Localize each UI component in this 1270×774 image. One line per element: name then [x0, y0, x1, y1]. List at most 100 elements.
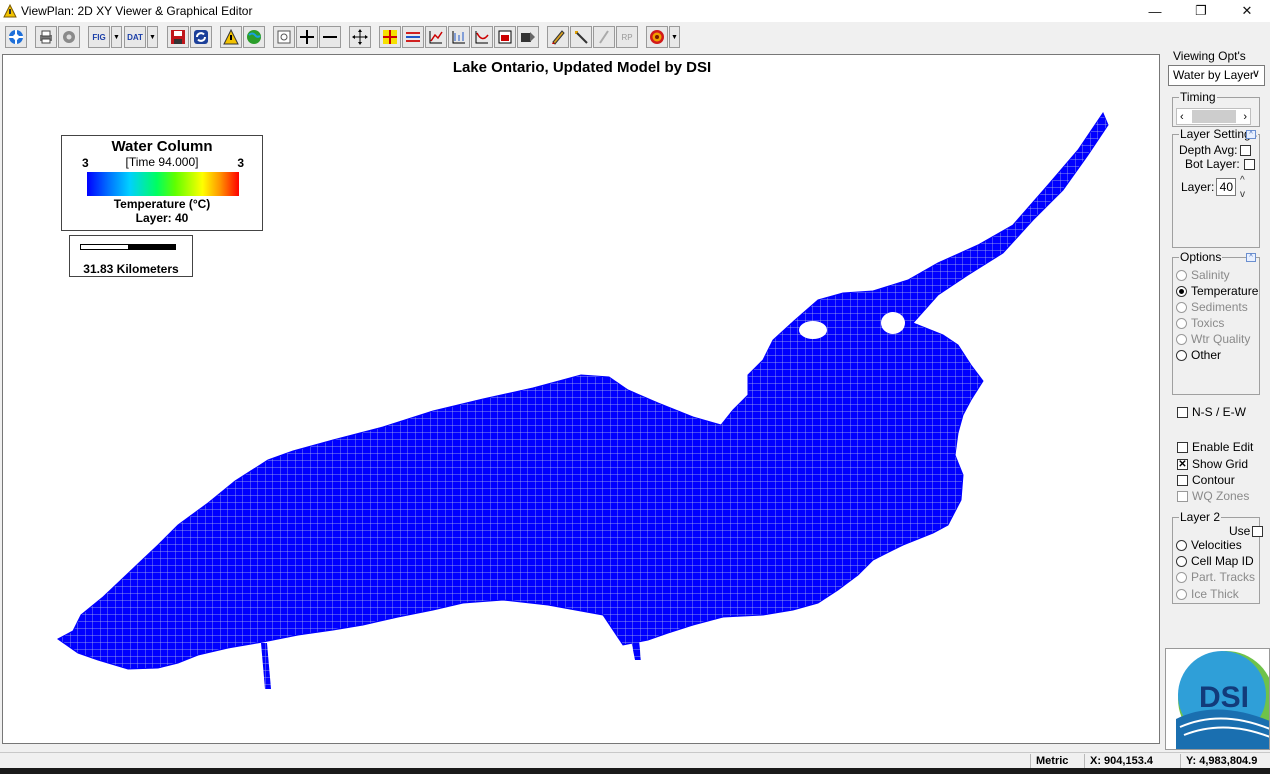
- option-label: Other: [1191, 348, 1222, 362]
- scroll-thumb[interactable]: [1191, 110, 1236, 123]
- contour-row[interactable]: Contour: [1177, 473, 1235, 487]
- island-west: [799, 321, 827, 339]
- wand-button[interactable]: [570, 26, 592, 48]
- option-other[interactable]: Other: [1176, 348, 1221, 362]
- close-button[interactable]: ✕: [1224, 0, 1270, 22]
- profile-icon: [475, 31, 489, 44]
- ns-ew-row[interactable]: N-S / E-W: [1177, 405, 1246, 419]
- layer2-velocities[interactable]: Velocities: [1176, 538, 1242, 552]
- island-east: [881, 312, 905, 334]
- fig-dropdown[interactable]: ▼: [111, 26, 122, 48]
- status-bar: Metric X: 904,153.4 Y: 4,983,804.9: [0, 752, 1270, 768]
- enable-edit-checkbox[interactable]: [1177, 441, 1188, 453]
- zoom-in-button[interactable]: [296, 26, 318, 48]
- scale-bar-box[interactable]: 31.83 Kilometers: [69, 235, 193, 277]
- collapse-icon[interactable]: ^: [1246, 130, 1256, 139]
- plot-title: Lake Ontario, Updated Model by DSI: [452, 59, 712, 76]
- draw-disabled-button[interactable]: [593, 26, 615, 48]
- option-wtr-quality[interactable]: Wtr Quality: [1176, 332, 1250, 346]
- depth-avg-checkbox[interactable]: [1239, 144, 1251, 156]
- bot-layer-row[interactable]: Bot Layer:: [1185, 157, 1255, 171]
- zoom-out-button[interactable]: [319, 26, 341, 48]
- dat-button[interactable]: DAT: [124, 26, 146, 48]
- option-salinity[interactable]: Salinity: [1176, 268, 1230, 282]
- show-grid-row[interactable]: ✕ Show Grid: [1177, 457, 1248, 471]
- map-canvas[interactable]: Lake Ontario, Updated Model by DSI Water…: [2, 54, 1160, 744]
- print-button[interactable]: [35, 26, 57, 48]
- pan-button[interactable]: [349, 26, 371, 48]
- crosshair-button[interactable]: [379, 26, 401, 48]
- fig-button[interactable]: FIG: [88, 26, 110, 48]
- scroll-right-icon[interactable]: ›: [1243, 111, 1247, 123]
- wq-zones-checkbox[interactable]: [1177, 490, 1188, 502]
- scroll-left-icon[interactable]: ‹: [1180, 111, 1184, 123]
- enable-edit-row[interactable]: Enable Edit: [1177, 440, 1253, 454]
- color-legend[interactable]: Water Column [Time 94.000] 3 3 Temperatu…: [61, 135, 263, 231]
- option-sediments[interactable]: Sediments: [1176, 300, 1248, 314]
- globe-button[interactable]: [243, 26, 265, 48]
- refresh-button[interactable]: [190, 26, 212, 48]
- scale-label: 31.83 Kilometers: [83, 262, 179, 276]
- warning-button[interactable]: [220, 26, 242, 48]
- radio-icon: [1176, 269, 1187, 281]
- layer-up-icon[interactable]: ^: [1240, 175, 1245, 186]
- move-icon: [352, 29, 368, 45]
- layer2-label: Layer 2: [1179, 510, 1222, 524]
- time-series-button[interactable]: [448, 26, 470, 48]
- export-button[interactable]: [517, 26, 539, 48]
- radio-icon: [1176, 333, 1187, 345]
- toolbar: FIG ▼ DAT ▼ RP ▼: [0, 22, 1270, 52]
- ns-ew-checkbox[interactable]: [1177, 406, 1188, 418]
- settings-button[interactable]: [58, 26, 80, 48]
- option-toxics[interactable]: Toxics: [1176, 316, 1224, 330]
- use-checkbox[interactable]: [1252, 525, 1264, 537]
- layer2-part-tracks[interactable]: Part. Tracks: [1176, 570, 1255, 584]
- navigate-button[interactable]: [5, 26, 27, 48]
- viewing-select[interactable]: Water by Layer ∨: [1168, 65, 1265, 86]
- contour-checkbox[interactable]: [1177, 474, 1188, 486]
- lake-south-inlet: [261, 643, 271, 689]
- minimize-button[interactable]: —: [1132, 0, 1178, 22]
- rp-button[interactable]: RP: [616, 26, 638, 48]
- layer2-group: Layer 2 Use Velocities Cell Map ID Part.…: [1172, 510, 1264, 604]
- timing-scrollbar[interactable]: ‹ ›: [1176, 108, 1251, 125]
- dsi-globe-logo: DSI: [1176, 651, 1269, 749]
- layers-button[interactable]: [402, 26, 424, 48]
- ns-ew-label: N-S / E-W: [1192, 405, 1246, 419]
- wq-zones-label: WQ Zones: [1192, 489, 1250, 503]
- collapse-icon[interactable]: ^: [1246, 253, 1256, 262]
- restore-button[interactable]: ❐: [1178, 0, 1224, 22]
- zoom-extent-button[interactable]: [273, 26, 295, 48]
- viewing-options-label: Viewing Opt's: [1173, 49, 1246, 63]
- profile-button[interactable]: [471, 26, 493, 48]
- show-grid-checkbox[interactable]: ✕: [1177, 458, 1188, 470]
- legend-min: 3: [82, 156, 89, 170]
- dat-dropdown[interactable]: ▼: [147, 26, 158, 48]
- pencil-button[interactable]: [547, 26, 569, 48]
- layer2-ice-thick[interactable]: Ice Thick: [1176, 587, 1239, 601]
- layer-down-icon[interactable]: v: [1240, 189, 1245, 200]
- option-label: Sediments: [1191, 300, 1248, 314]
- options-button[interactable]: [646, 26, 668, 48]
- chart-edit-button[interactable]: [425, 26, 447, 48]
- layer2-option-label: Ice Thick: [1191, 587, 1239, 601]
- save-button[interactable]: [167, 26, 189, 48]
- depth-avg-row[interactable]: Depth Avg:: [1179, 143, 1251, 157]
- chevron-down-icon: ∨: [1251, 68, 1260, 80]
- cross-section-button[interactable]: [494, 26, 516, 48]
- use-row[interactable]: Use: [1229, 524, 1264, 538]
- wq-zones-row[interactable]: WQ Zones: [1177, 489, 1249, 503]
- bot-layer-checkbox[interactable]: [1243, 158, 1255, 170]
- radio-icon: [1176, 301, 1187, 313]
- option-temperature[interactable]: Temperature: [1176, 284, 1258, 298]
- radio-icon: [1176, 539, 1187, 551]
- options-dropdown[interactable]: ▼: [669, 26, 680, 48]
- timing-group: Timing ‹ ›: [1172, 90, 1260, 127]
- layer-input[interactable]: 40: [1216, 178, 1237, 196]
- export-icon: [521, 32, 535, 42]
- layer2-cell-map-id[interactable]: Cell Map ID: [1176, 554, 1254, 568]
- y-coordinate: Y: 4,983,804.9: [1180, 754, 1270, 768]
- warning-icon: [223, 29, 239, 45]
- layer-row: Layer: 40: [1181, 178, 1237, 196]
- globe-icon: [247, 30, 261, 44]
